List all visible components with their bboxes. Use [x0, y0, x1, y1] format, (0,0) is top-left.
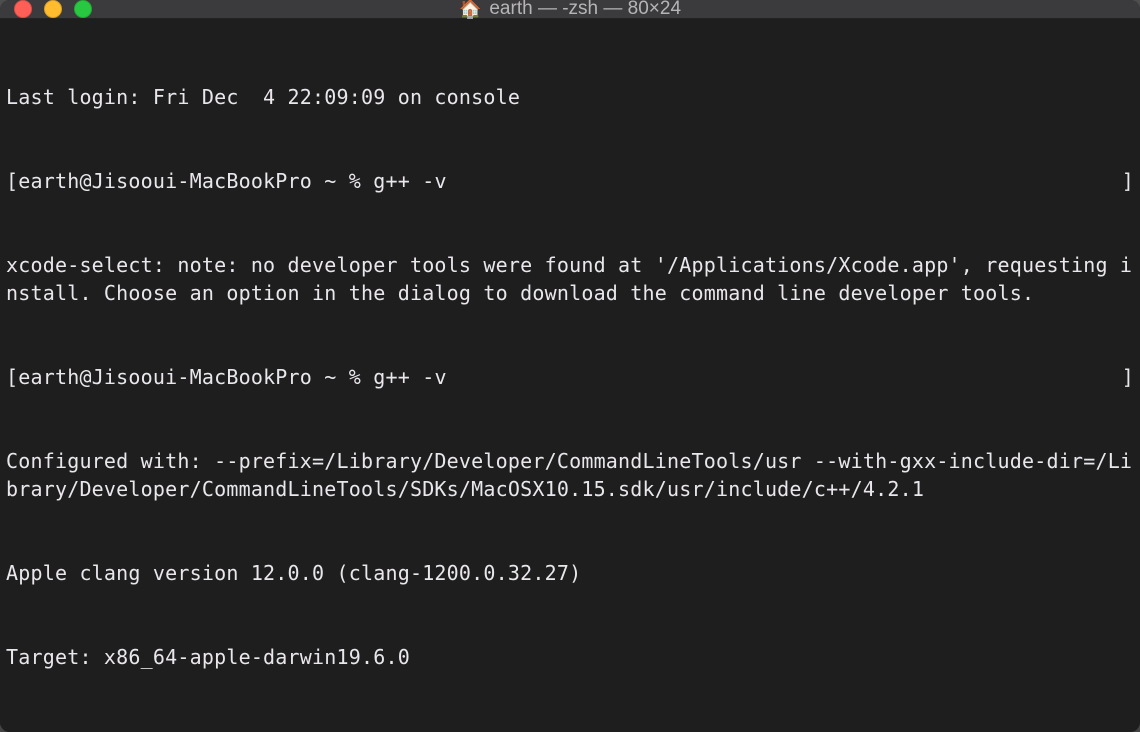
window-title-text: earth — -zsh — 80×24 [489, 0, 681, 20]
command-text: g++ -v [373, 363, 446, 391]
prompt-row: [earth@Jisooui-MacBookPro ~ % g++ -v ] [6, 167, 1134, 195]
window-controls [14, 0, 92, 18]
command-text: g++ -v [373, 167, 446, 195]
titlebar[interactable]: 🏠 earth — -zsh — 80×24 [0, 0, 1140, 19]
bracket-left: [ [6, 363, 18, 391]
prompt-text: earth@Jisooui-MacBookPro ~ % [18, 363, 373, 391]
output-line: Last login: Fri Dec 4 22:09:09 on consol… [6, 83, 1134, 111]
output-line: Apple clang version 12.0.0 (clang-1200.0… [6, 559, 1134, 587]
output-line: Target: x86_64-apple-darwin19.6.0 [6, 643, 1134, 671]
prompt-text: earth@Jisooui-MacBookPro ~ % [18, 167, 373, 195]
window-title: 🏠 earth — -zsh — 80×24 [0, 0, 1140, 20]
terminal-window: 🏠 earth — -zsh — 80×24 Last login: Fri D… [0, 0, 1140, 732]
terminal-content[interactable]: Last login: Fri Dec 4 22:09:09 on consol… [0, 19, 1140, 732]
bracket-right: ] [1122, 167, 1134, 195]
bracket-right: ] [1122, 363, 1134, 391]
output-line: xcode-select: note: no developer tools w… [6, 251, 1134, 307]
output-line: Thread model: posix [6, 727, 1134, 732]
output-line: Configured with: --prefix=/Library/Devel… [6, 447, 1134, 503]
prompt-row: [earth@Jisooui-MacBookPro ~ % g++ -v ] [6, 363, 1134, 391]
bracket-left: [ [6, 167, 18, 195]
maximize-icon[interactable] [74, 0, 92, 18]
close-icon[interactable] [14, 0, 32, 18]
home-icon: 🏠 [459, 0, 481, 20]
minimize-icon[interactable] [44, 0, 62, 18]
